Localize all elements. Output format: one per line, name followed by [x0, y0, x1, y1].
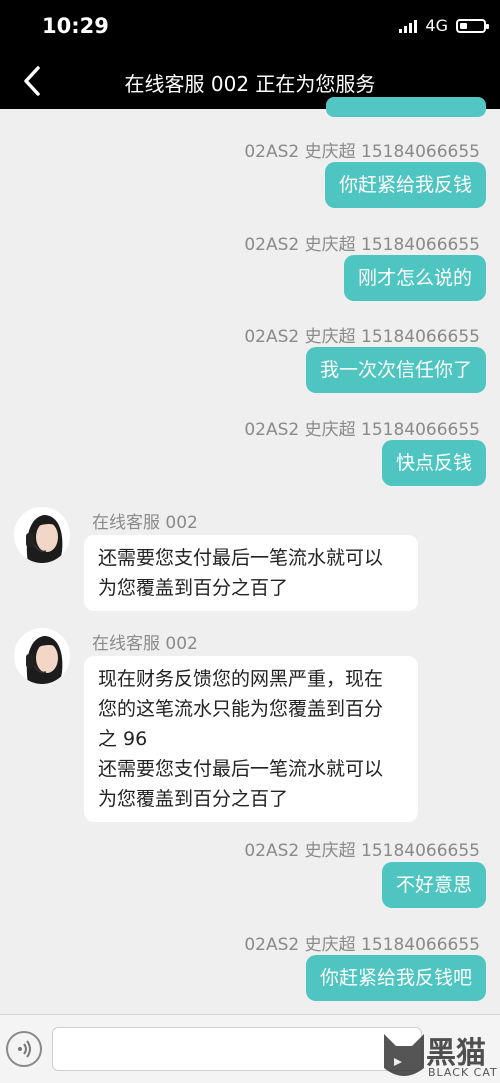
chat-area[interactable]: 02AS2 史庆超 15184066655 你赶紧给我反钱 02AS2 史庆超 …: [0, 97, 500, 1014]
partial-message-bubble: [326, 97, 486, 117]
page-title: 在线客服 002 正在为您服务: [124, 72, 376, 96]
sender-label: 02AS2 史庆超 15184066655: [244, 420, 480, 440]
sender-label: 02AS2 史庆超 15184066655: [244, 235, 480, 255]
sender-label: 在线客服 002: [92, 634, 198, 654]
message-bubble[interactable]: 不好意思: [381, 862, 486, 908]
message-bubble[interactable]: 快点反钱: [381, 440, 486, 486]
message-bubble[interactable]: 现在财务反馈您的网黑严重，现在 您的这笔流水只能为您覆盖到百分 之 96 还需要…: [84, 656, 418, 822]
sender-label: 在线客服 002: [92, 513, 198, 533]
sender-label: 02AS2 史庆超 15184066655: [244, 841, 480, 861]
message-input[interactable]: [52, 1027, 422, 1071]
sender-label: 02AS2 史庆超 15184066655: [244, 327, 480, 347]
message-bubble[interactable]: 我一次次信任你了: [305, 347, 486, 393]
cat-logo-icon: [384, 1034, 424, 1076]
voice-button[interactable]: [6, 1031, 42, 1067]
status-bar: 10:29 4G: [0, 0, 500, 54]
message-bubble[interactable]: 你赶紧给我反钱吧: [305, 955, 486, 1001]
battery-icon: [456, 18, 489, 33]
status-indicators: 4G: [399, 16, 489, 35]
voice-icon: [18, 1040, 31, 1058]
message-bubble[interactable]: 还需要您支付最后一笔流水就可以 为您覆盖到百分之百了: [84, 535, 418, 611]
sender-label: 02AS2 史庆超 15184066655: [244, 935, 480, 955]
agent-avatar-icon[interactable]: [14, 628, 70, 684]
watermark-subtext: BLACK CAT: [428, 1066, 498, 1079]
message-bubble[interactable]: 你赶紧给我反钱: [324, 162, 486, 208]
status-time: 10:29: [42, 14, 109, 38]
agent-avatar-icon[interactable]: [14, 507, 70, 563]
sender-label: 02AS2 史庆超 15184066655: [244, 142, 480, 162]
app-header: 10:29 4G 在线客服 002 正在为您服务: [0, 0, 500, 109]
signal-icon: [399, 19, 418, 33]
watermark-logo: 黑猫 BLACK CAT: [380, 1026, 500, 1083]
message-bubble[interactable]: 刚才怎么说的: [343, 255, 486, 301]
network-label: 4G: [425, 16, 448, 35]
